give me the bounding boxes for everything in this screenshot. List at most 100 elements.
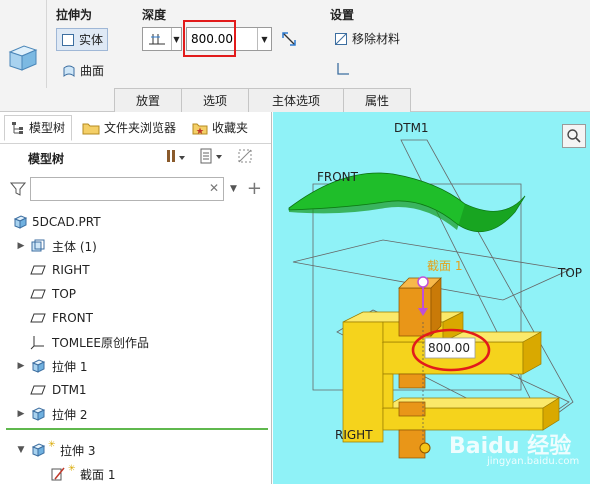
- tree-item-label: TOP: [52, 287, 77, 301]
- tree-item-label: 主体 (1): [52, 239, 97, 254]
- graphics-viewport[interactable]: DTM1 FRONT TOP RIGHT 截面 1 800.00 Baidu 经…: [273, 112, 590, 484]
- tree-item-extrude-2[interactable]: ▶ 拉伸 2: [0, 402, 271, 426]
- dtm1-label: DTM1: [394, 121, 429, 135]
- tree-item-label: 拉伸 1: [52, 359, 88, 374]
- tree-item-label: RIGHT: [52, 263, 90, 277]
- model-tree-panel: 模型树 文件夹浏览器 收藏夹 模型树 ✕ ▼ + 5DCAD.PRT ▶ 主体 (1…: [0, 112, 272, 484]
- datum-plane-icon: [30, 286, 46, 302]
- tab-body-options[interactable]: 主体选项: [248, 88, 344, 112]
- expand-icon[interactable]: ▶: [16, 409, 26, 419]
- tree-item-extrude-3[interactable]: ▼ ✳ 拉伸 3: [0, 438, 271, 462]
- tree-item-label: FRONT: [52, 311, 93, 325]
- surface-label: 曲面: [80, 64, 105, 78]
- model-tree: 5DCAD.PRT ▶ 主体 (1) RIGHT TOP FRONT TOMLEE原创作品 ▶…: [0, 206, 271, 484]
- solid-icon: [62, 33, 74, 46]
- chevron-down-icon: ▼: [171, 28, 181, 50]
- tree-settings-icon[interactable]: [165, 148, 187, 164]
- tree-item-part[interactable]: 5DCAD.PRT: [0, 210, 271, 234]
- tab-options[interactable]: 选项: [181, 88, 249, 112]
- new-feature-icon: ✳: [68, 464, 76, 474]
- datum-plane-icon: [30, 310, 46, 326]
- new-feature-icon: ✳: [48, 440, 56, 450]
- surface-button[interactable]: 曲面: [62, 62, 104, 79]
- extrude-icon: [30, 442, 46, 458]
- solid-label: 实体: [79, 33, 104, 47]
- drag-handle[interactable]: [417, 276, 429, 288]
- zoom-icon: [567, 129, 581, 143]
- tab-model-tree-label: 模型树: [29, 121, 66, 135]
- extrude-preview-side: [430, 277, 442, 337]
- expand-icon[interactable]: ▶: [16, 361, 26, 371]
- ribbon: 拉伸为 实体 曲面 深度 ▼ ▼ 设置 移除材料 放置 选项 主体选项 属性: [0, 0, 590, 112]
- solid-left-face: [342, 321, 384, 443]
- slot-orange-3: [398, 429, 426, 459]
- flip-direction-icon[interactable]: [280, 30, 298, 48]
- filter-icon: [10, 182, 26, 196]
- tab-favorites[interactable]: 收藏夹: [186, 115, 254, 141]
- tab-favorites-label: 收藏夹: [212, 121, 249, 135]
- extrude-feature-icon: [8, 45, 38, 71]
- front-label: FRONT: [317, 170, 358, 184]
- tree-item-right[interactable]: RIGHT: [0, 258, 271, 282]
- depth-field[interactable]: ▼: [186, 27, 272, 51]
- tree-item-dtm1[interactable]: DTM1: [0, 378, 271, 402]
- tab-properties[interactable]: 属性: [343, 88, 411, 112]
- csys-icon: [30, 334, 46, 350]
- datum-plane-icon: [30, 382, 46, 398]
- folder-icon: [82, 123, 100, 134]
- tree-item-label: 拉伸 2: [52, 407, 88, 422]
- filter-tree-icon[interactable]: [237, 148, 253, 164]
- clear-icon[interactable]: ✕: [209, 181, 219, 195]
- chevron-down-icon[interactable]: ▼: [257, 28, 271, 50]
- extrude-icon: [30, 406, 46, 422]
- body-icon: [30, 238, 46, 254]
- origin-marker: [419, 442, 431, 454]
- tree-header: 模型树: [0, 144, 271, 172]
- depth-type-dropdown[interactable]: ▼: [142, 27, 182, 51]
- slot-orange-2: [398, 401, 426, 417]
- tree-item-top[interactable]: TOP: [0, 282, 271, 306]
- top-label: TOP: [558, 266, 583, 280]
- tab-folder-browser[interactable]: 文件夹浏览器: [76, 115, 182, 141]
- remove-material-button[interactable]: 移除材料: [334, 30, 400, 47]
- expand-icon[interactable]: ▶: [16, 241, 26, 251]
- show-columns-icon[interactable]: [199, 148, 225, 164]
- depth-dimension-value[interactable]: 800.00: [428, 341, 470, 355]
- solid-web: [382, 373, 394, 409]
- section-label: 截面 1: [427, 259, 463, 273]
- solid-button[interactable]: 实体: [56, 28, 109, 51]
- model-tree-icon: [12, 121, 23, 134]
- tab-model-tree[interactable]: 模型树: [4, 114, 73, 141]
- tree-item-section-1[interactable]: ✳ 截面 1: [0, 462, 271, 484]
- tab-placement[interactable]: 放置: [114, 88, 182, 112]
- extrude-as-title: 拉伸为: [56, 8, 93, 22]
- tree-item-front[interactable]: FRONT: [0, 306, 271, 330]
- panel-tab-bar: 模型树 文件夹浏览器 收藏夹: [0, 112, 271, 144]
- tree-item-label: TOMLEE原创作品: [52, 335, 149, 350]
- filter-row: ✕ ▼ +: [0, 172, 271, 206]
- tab-folder-browser-label: 文件夹浏览器: [104, 121, 177, 135]
- collapse-icon[interactable]: ▼: [16, 445, 26, 455]
- slot-orange-1: [398, 373, 426, 389]
- tree-item-csys[interactable]: TOMLEE原创作品: [0, 330, 271, 354]
- tree-item-extrude-1[interactable]: ▶ 拉伸 1: [0, 354, 271, 378]
- tree-item-label: 截面 1: [80, 467, 116, 482]
- right-label: RIGHT: [335, 428, 373, 442]
- add-icon[interactable]: +: [247, 180, 262, 198]
- tree-item-label: 拉伸 3: [60, 443, 96, 458]
- zoom-button[interactable]: [562, 124, 586, 148]
- tree-item-body[interactable]: ▶ 主体 (1): [0, 234, 271, 258]
- datum-plane-icon: [30, 262, 46, 278]
- blind-depth-icon: [149, 34, 165, 45]
- depth-value-input[interactable]: [187, 28, 257, 50]
- tree-title: 模型树: [28, 151, 65, 166]
- filter-dropdown-icon[interactable]: ▼: [230, 184, 237, 194]
- thicken-icon[interactable]: [336, 62, 350, 76]
- ribbon-tab-bar: 放置 选项 主体选项 属性: [114, 88, 411, 112]
- watermark-url: jingyan.baidu.com: [487, 456, 580, 467]
- tree-search-input[interactable]: ✕: [30, 177, 224, 201]
- depth-title: 深度: [142, 8, 167, 22]
- surface-icon: [63, 65, 75, 77]
- remove-material-icon: [335, 32, 347, 45]
- tree-item-label: 5DCAD.PRT: [32, 215, 101, 229]
